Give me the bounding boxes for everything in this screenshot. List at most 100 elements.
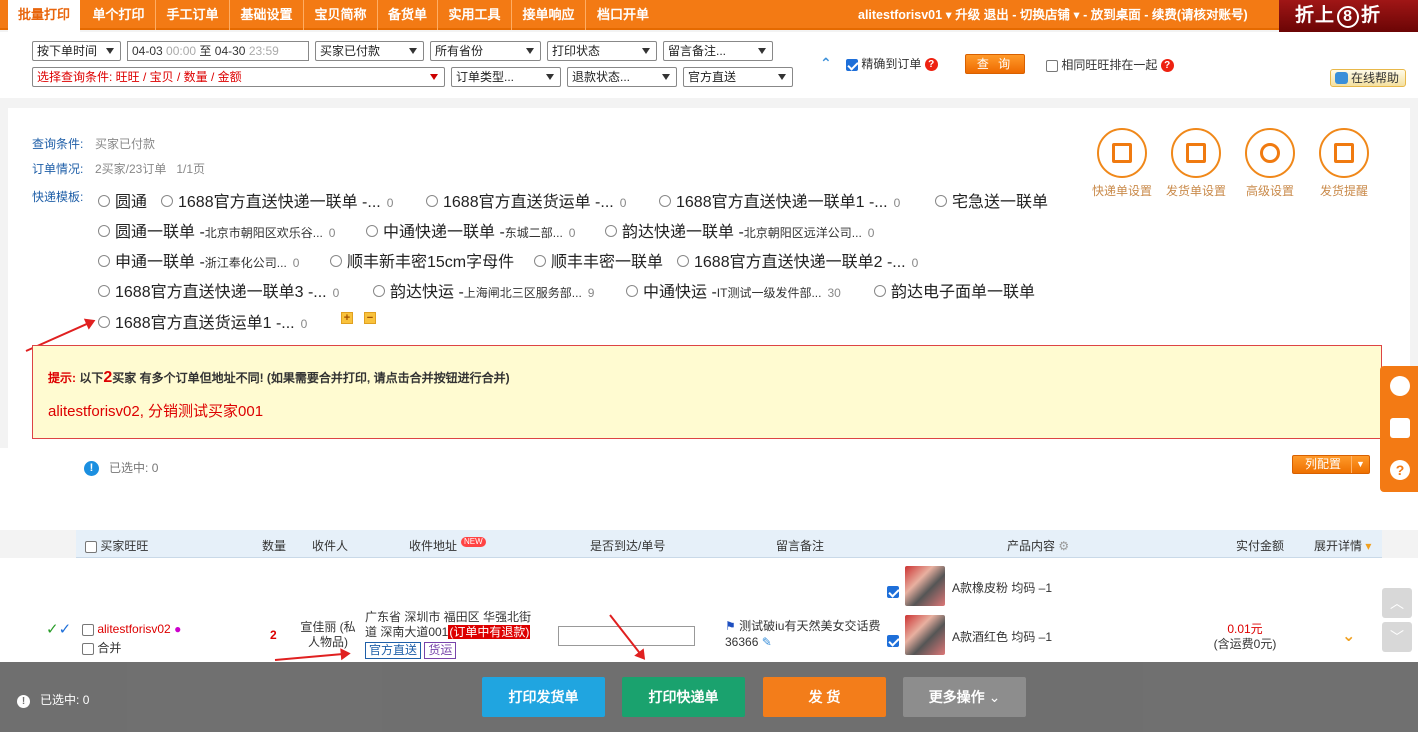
row-checkbox[interactable] (82, 623, 94, 636)
scroll-up-button[interactable]: ︿ (1382, 588, 1412, 618)
print-status-select[interactable]: 打印状态 (547, 41, 657, 61)
memo-select[interactable]: 留言备注... (663, 41, 773, 61)
column-config-button[interactable]: 列配置 ▼ (1292, 455, 1370, 474)
buyer-cell[interactable]: alitestforisv02 ● (82, 622, 181, 636)
help-icon[interactable]: ? (924, 58, 938, 72)
tab-basic-settings[interactable]: 基础设置 (230, 0, 304, 30)
template-option[interactable]: 韵达电子面单一联单 (874, 278, 1035, 302)
radio-icon[interactable] (161, 194, 173, 207)
chat-icon[interactable] (1390, 376, 1410, 396)
select-all-checkbox[interactable] (85, 540, 97, 553)
template-option[interactable]: 1688官方直送快递一联单 -... 0 (161, 188, 393, 212)
radio-icon[interactable] (373, 284, 385, 297)
order-type-select[interactable]: 订单类型... (451, 67, 561, 87)
scroll-down-button[interactable]: ﹀ (1382, 622, 1412, 652)
order-time-select[interactable]: 按下单时间 (32, 41, 121, 61)
date-to: 04-30 (214, 44, 246, 58)
refund-status-select[interactable]: 退款状态... (567, 67, 677, 87)
query-button[interactable]: 查 询 (965, 54, 1025, 74)
radio-icon[interactable] (366, 224, 378, 237)
print-delivery-button[interactable]: 打印发货单 (482, 677, 605, 717)
online-help-button[interactable]: 在线帮助 (1330, 69, 1406, 87)
add-template-button[interactable]: + (341, 312, 353, 324)
province-select[interactable]: 所有省份 (430, 41, 541, 61)
radio-icon[interactable] (626, 284, 638, 297)
radio-icon[interactable] (659, 194, 671, 207)
header-expand[interactable]: 展开详情 ▾ (1314, 537, 1371, 554)
precise-order-checkbox[interactable] (846, 58, 858, 71)
feedback-icon[interactable] (1390, 418, 1410, 438)
radio-icon[interactable] (935, 194, 947, 207)
account-links[interactable]: alitestforisv01 ▾ 升级 退出 - 切换店铺 ▾ - 放到桌面 … (858, 0, 1248, 30)
tab-single-print[interactable]: 单个打印 (82, 0, 156, 30)
ship-button[interactable]: 发 货 (763, 677, 886, 717)
template-option[interactable]: 韵达快运 -上海闸北三区服务部... 9 (373, 278, 594, 302)
delivery-settings-button[interactable]: 发货单设置 (1161, 128, 1231, 199)
header-buyer[interactable]: 买家旺旺 (85, 537, 148, 554)
merge-cell[interactable]: 合并 (82, 639, 121, 656)
template-option[interactable]: 中通快运 -IT测试一级发件部... 30 (626, 278, 841, 302)
question-icon[interactable]: ? (1390, 460, 1410, 480)
template-option[interactable]: 宅急送一联单 (935, 188, 1048, 212)
template-name: 1688官方直送快递一联单3 -... (115, 284, 327, 301)
radio-icon[interactable] (98, 194, 110, 207)
more-actions-button[interactable]: 更多操作 ⌄ (903, 677, 1026, 717)
tab-tools[interactable]: 实用工具 (438, 0, 512, 30)
delivery-select[interactable]: 官方直送 (683, 67, 793, 87)
radio-icon[interactable] (98, 254, 110, 267)
buyer-name[interactable]: alitestforisv02 (97, 622, 170, 636)
radio-icon[interactable] (98, 224, 110, 237)
template-option[interactable]: 1688官方直送快递一联单3 -... 0 (98, 278, 339, 302)
radio-icon[interactable] (98, 315, 110, 328)
tab-stall-order[interactable]: 档口开单 (586, 0, 660, 30)
merge-checkbox[interactable] (82, 642, 94, 655)
radio-icon[interactable] (677, 254, 689, 267)
collapse-icon[interactable]: ⌃ (820, 55, 832, 72)
tab-item-alias[interactable]: 宝贝简称 (304, 0, 378, 30)
same-wangwang-checkbox[interactable] (1046, 59, 1058, 72)
same-wangwang-option[interactable]: 相同旺旺排在一起 ? (1046, 56, 1174, 73)
template-option[interactable]: 圆通 (98, 188, 147, 212)
print-express-button[interactable]: 打印快递单 (622, 677, 745, 717)
template-option[interactable]: 申通一联单 -浙江奉化公司... 0 (98, 248, 299, 272)
product-checkbox[interactable] (887, 586, 899, 598)
express-settings-button[interactable]: 快递单设置 (1087, 128, 1157, 199)
template-option[interactable]: 1688官方直送快递一联单2 -... 0 (677, 248, 918, 272)
radio-icon[interactable] (605, 224, 617, 237)
tab-stock-list[interactable]: 备货单 (378, 0, 438, 30)
template-option[interactable]: 圆通一联单 -北京市朝阳区欢乐谷... 0 (98, 218, 335, 242)
template-option[interactable]: 中通快递一联单 -东城二部... 0 (366, 218, 575, 242)
template-option[interactable]: 顺丰新丰密15cm字母件 (330, 248, 514, 272)
template-option[interactable]: 顺丰丰密一联单 (534, 248, 663, 272)
template-option[interactable]: 1688官方直送货运单 -... 0 (426, 188, 626, 212)
query-condition-select[interactable]: 选择查询条件: 旺旺 / 宝贝 / 数量 / 金额 (32, 67, 445, 87)
tab-manual-order[interactable]: 手工订单 (156, 0, 230, 30)
product-item[interactable]: A款橡皮粉 均码 –1 (887, 566, 1107, 606)
advanced-settings-button[interactable]: 高级设置 (1235, 128, 1305, 199)
radio-icon[interactable] (874, 284, 886, 297)
table-row[interactable]: ✓✓ alitestforisv02 ● 合并 2 宣佳丽 (私人物品) 广东省… (0, 558, 1418, 662)
tab-order-response[interactable]: 接单响应 (512, 0, 586, 30)
radio-icon[interactable] (330, 254, 342, 267)
product-checkbox[interactable] (887, 635, 899, 647)
pay-status-select[interactable]: 买家已付款 (315, 41, 424, 61)
product-item[interactable]: A款酒红色 均码 –1 (887, 615, 1107, 655)
template-name: 顺丰新丰密15cm字母件 (347, 254, 515, 271)
radio-icon[interactable] (534, 254, 546, 267)
help-icon[interactable]: ? (1160, 59, 1174, 73)
shipping-reminder-button[interactable]: 发货提醒 (1309, 128, 1379, 199)
radio-icon[interactable] (98, 284, 110, 297)
template-option[interactable]: 1688官方直送快递一联单1 -... 0 (659, 188, 900, 212)
chat-icon (1335, 72, 1348, 84)
date-range-input[interactable]: 04-03 00:00 至 04-30 23:59 (127, 41, 309, 61)
promo-banner[interactable]: 折上 8 折 (1279, 0, 1418, 32)
product-image (905, 615, 945, 655)
radio-icon[interactable] (426, 194, 438, 207)
precise-order-option[interactable]: 精确到订单 ? (846, 55, 938, 72)
remove-template-button[interactable]: − (364, 312, 376, 324)
tab-batch-print[interactable]: 批量打印 (8, 0, 80, 32)
expand-icon[interactable]: ⌄ (1342, 626, 1355, 646)
template-count: 0 (292, 256, 300, 270)
template-option[interactable]: 1688官方直送货运单1 -... 0 (98, 309, 307, 333)
template-option[interactable]: 韵达快递一联单 -北京朝阳区远洋公司... 0 (605, 218, 874, 242)
